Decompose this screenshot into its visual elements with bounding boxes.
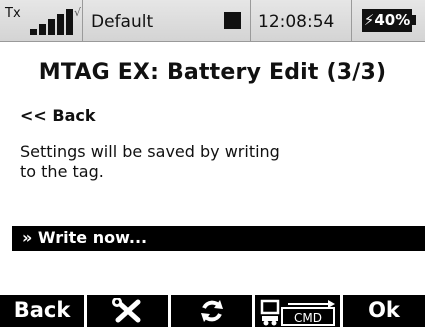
battery-indicator: ⚡40% [362,9,412,32]
back-button-label: Back [13,298,71,322]
cmd-icon: CMD [260,299,335,326]
cmd-text: CMD [294,311,322,325]
ok-button[interactable]: Ok [343,295,425,327]
description: Settings will be saved by writing to the… [20,142,340,182]
tools-icon [111,298,140,323]
write-now-label: » Write now... [22,228,148,247]
ok-button-label: Ok [368,298,400,322]
record-status-icon [224,12,241,29]
signal-ok-icon: √ [74,6,82,19]
battery-cell: ⚡40% [352,0,425,41]
model-name: Default [91,12,154,32]
signal-bars-icon [30,9,74,35]
clock-cell: 12:08:54 [251,0,352,41]
model-cell: Default [83,0,251,41]
back-link[interactable]: << Back [20,106,96,125]
softkey-bar: Back CMD Ok [0,295,425,327]
clock-time: 12:08:54 [258,12,335,32]
back-button[interactable]: Back [0,295,87,327]
write-now-item[interactable]: » Write now... [12,226,425,251]
cmd-button[interactable]: CMD [255,295,343,327]
tx-label: Tx [5,6,21,21]
status-bar: Tx √ Default 12:08:54 ⚡40% [0,0,425,42]
description-line-2: to the tag. [20,162,104,181]
refresh-button[interactable] [171,295,255,327]
battery-terminal-icon [412,15,416,25]
description-line-1: Settings will be saved by writing [20,142,280,161]
transmitter-signal: Tx √ [0,0,83,41]
refresh-icon [200,300,223,322]
page-title: MTAG EX: Battery Edit (3/3) [38,60,387,85]
tools-button[interactable] [87,295,171,327]
